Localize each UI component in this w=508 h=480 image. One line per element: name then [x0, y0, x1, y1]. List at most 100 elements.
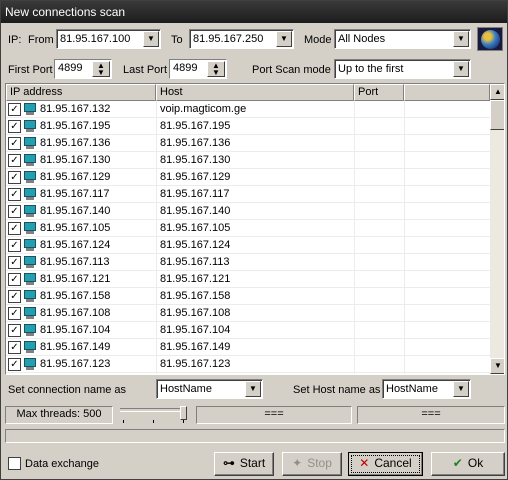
chevron-down-icon[interactable]: ▼: [453, 381, 469, 397]
row-checkbox[interactable]: ✓: [8, 205, 21, 218]
table-row[interactable]: ✓ 81.95.167.105 81.95.167.105: [6, 220, 490, 237]
computer-icon: [23, 103, 37, 115]
scroll-down-icon[interactable]: ▼: [490, 358, 504, 374]
binoculars-icon: ⊶: [222, 456, 235, 470]
spin-arrows-icon[interactable]: ▲ ▼: [207, 61, 225, 77]
row-host: 81.95.167.117: [160, 188, 230, 200]
chevron-down-icon[interactable]: ▼: [245, 381, 261, 397]
computer-icon: [23, 239, 37, 251]
row-host: 81.95.167.129: [160, 171, 231, 183]
port-scan-mode-label: Port Scan mode: [252, 64, 331, 76]
row-ip: 81.95.167.149: [40, 341, 111, 353]
from-ip-combo[interactable]: 81.95.167.100 ▼: [56, 29, 161, 49]
computer-icon: [23, 273, 37, 285]
row-checkbox[interactable]: ✓: [8, 358, 21, 371]
table-row[interactable]: ✓ 81.95.167.140 81.95.167.140: [6, 203, 490, 220]
table-row[interactable]: ✓ 81.95.167.136 81.95.167.136: [6, 135, 490, 152]
chevron-down-icon[interactable]: ▼: [276, 31, 292, 47]
computer-icon: [23, 120, 37, 132]
first-port-label: First Port: [8, 64, 53, 76]
slider-thumb[interactable]: [180, 406, 187, 420]
first-port-field[interactable]: 4899 ▲ ▼: [54, 59, 112, 79]
cancel-button[interactable]: ✕ Cancel: [348, 452, 423, 476]
max-threads-panel: Max threads: 500: [5, 406, 113, 424]
results-grid[interactable]: IP address Host Port ✓ 81.95.167.132 voip.…: [5, 83, 505, 375]
column-header-ip[interactable]: IP address: [6, 84, 156, 101]
table-row[interactable]: ✓ 81.95.167.149 81.95.167.149: [6, 339, 490, 356]
to-ip-combo[interactable]: 81.95.167.250 ▼: [189, 29, 294, 49]
row-host: 81.95.167.124: [160, 239, 231, 251]
ok-button[interactable]: ✔ Ok: [431, 452, 505, 476]
computer-icon: [23, 290, 37, 302]
start-label: Start: [239, 456, 266, 470]
mode-combo[interactable]: All Nodes ▼: [334, 29, 471, 49]
port-scan-mode-combo[interactable]: Up to the first ▼: [334, 59, 471, 79]
threads-slider[interactable]: [118, 406, 188, 424]
table-row[interactable]: ✓ 81.95.167.123 81.95.167.123: [6, 356, 490, 373]
row-checkbox[interactable]: ✓: [8, 324, 21, 337]
last-port-label: Last Port: [123, 64, 168, 76]
chevron-down-icon[interactable]: ▼: [143, 31, 159, 47]
table-row[interactable]: ✓ 81.95.167.158 81.95.167.158: [6, 288, 490, 305]
row-checkbox[interactable]: ✓: [8, 307, 21, 320]
last-port-field[interactable]: 4899 ▲ ▼: [169, 59, 227, 79]
row-ip: 81.95.167.124: [40, 239, 111, 251]
row-checkbox[interactable]: ✓: [8, 290, 21, 303]
table-row[interactable]: ✓ 81.95.167.113 81.95.167.113: [6, 254, 490, 271]
ok-label: Ok: [467, 456, 484, 470]
mode-label: Mode: [304, 34, 332, 46]
scroll-thumb[interactable]: [490, 100, 504, 130]
row-checkbox[interactable]: ✓: [8, 341, 21, 354]
data-exchange-label: Data exchange: [25, 458, 99, 470]
table-row[interactable]: ✓ 81.95.167.117 81.95.167.117: [6, 186, 490, 203]
row-checkbox[interactable]: ✓: [8, 256, 21, 269]
table-row[interactable]: ✓ 81.95.167.121 81.95.167.121: [6, 271, 490, 288]
from-label: From: [28, 34, 54, 46]
column-header-port[interactable]: Port: [354, 84, 404, 101]
last-port-value: 4899: [173, 62, 198, 74]
table-row[interactable]: ✓ 81.95.167.132 voip.magticom.ge: [6, 101, 490, 118]
host-name-combo[interactable]: HostName ▼: [382, 379, 471, 399]
row-host: 81.95.167.123: [160, 358, 231, 370]
computer-icon: [23, 256, 37, 268]
row-host: 81.95.167.158: [160, 290, 231, 302]
row-host: 81.95.167.130: [160, 154, 231, 166]
scroll-up-icon[interactable]: ▲: [490, 84, 504, 100]
row-ip: 81.95.167.195: [40, 120, 111, 132]
row-checkbox[interactable]: ✓: [8, 154, 21, 167]
chevron-down-icon[interactable]: ▼: [453, 61, 469, 77]
chevron-down-icon[interactable]: ▼: [453, 31, 469, 47]
table-row[interactable]: ✓ 81.95.167.195 81.95.167.195: [6, 118, 490, 135]
row-ip: 81.95.167.121: [40, 273, 111, 285]
spin-arrows-icon[interactable]: ▲ ▼: [92, 61, 110, 77]
vertical-scrollbar[interactable]: ▲ ▼: [490, 84, 504, 374]
table-row[interactable]: ✓ 81.95.167.104 81.95.167.104: [6, 322, 490, 339]
table-row[interactable]: ✓ 81.95.167.129 81.95.167.129: [6, 169, 490, 186]
row-checkbox[interactable]: ✓: [8, 188, 21, 201]
row-checkbox[interactable]: ✓: [8, 273, 21, 286]
column-header-host[interactable]: Host: [156, 84, 354, 101]
connection-name-combo[interactable]: HostName ▼: [156, 379, 263, 399]
start-button[interactable]: ⊶ Start: [214, 452, 274, 476]
computer-icon: [23, 154, 37, 166]
status-panel-3: ===: [357, 406, 505, 424]
row-checkbox[interactable]: ✓: [8, 137, 21, 150]
table-row[interactable]: ✓ 81.95.167.108 81.95.167.108: [6, 305, 490, 322]
row-checkbox[interactable]: ✓: [8, 120, 21, 133]
computer-icon: [23, 137, 37, 149]
table-row[interactable]: ✓ 81.95.167.130 81.95.167.130: [6, 152, 490, 169]
computer-icon: [23, 171, 37, 183]
row-ip: 81.95.167.108: [40, 307, 111, 319]
table-row[interactable]: ✓ 81.95.167.124 81.95.167.124: [6, 237, 490, 254]
stop-button[interactable]: ✦ Stop: [282, 452, 342, 476]
row-checkbox[interactable]: ✓: [8, 239, 21, 252]
data-exchange-checkbox[interactable]: [8, 457, 21, 470]
row-checkbox[interactable]: ✓: [8, 222, 21, 235]
globe-icon[interactable]: [477, 27, 503, 51]
row-host: voip.magticom.ge: [160, 103, 247, 115]
connection-name-label: Set connection name as: [8, 384, 127, 396]
row-checkbox[interactable]: ✓: [8, 171, 21, 184]
row-ip: 81.95.167.113: [40, 256, 110, 268]
row-checkbox[interactable]: ✓: [8, 103, 21, 116]
computer-icon: [23, 341, 37, 353]
